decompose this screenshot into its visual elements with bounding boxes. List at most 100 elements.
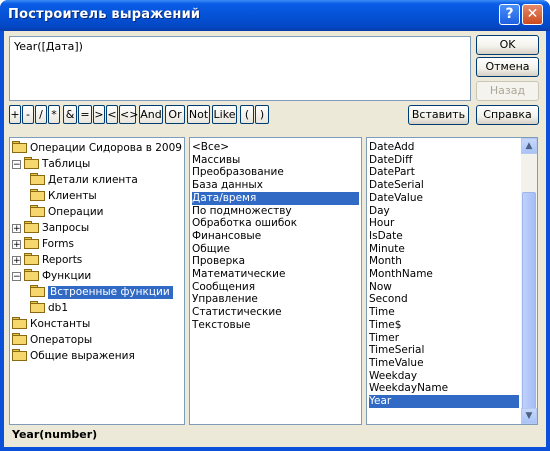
- folder-icon: [12, 317, 27, 329]
- function-list[interactable]: DateAdd DateDiff DatePart DateSerial DateVal…: [366, 137, 538, 425]
- folder-icon: [30, 301, 45, 313]
- tree-item[interactable]: − Таблицы: [12, 157, 90, 170]
- function-item[interactable]: WeekdayName: [369, 382, 519, 395]
- tree-item[interactable]: + Forms: [12, 237, 74, 250]
- tree-item-label: Детали клиента: [48, 174, 138, 186]
- function-item[interactable]: DateDiff: [369, 154, 519, 167]
- operator-button[interactable]: -: [22, 105, 34, 124]
- function-item[interactable]: TimeValue: [369, 357, 519, 370]
- scroll-down-icon[interactable]: ▼: [521, 408, 537, 424]
- tree-item-label: Константы: [30, 318, 91, 330]
- window-title: Построитель выражений: [8, 7, 201, 22]
- function-item[interactable]: Minute: [369, 243, 519, 256]
- cancel-button[interactable]: Отмена: [476, 57, 539, 77]
- function-item[interactable]: IsDate: [369, 230, 519, 243]
- operator-button[interactable]: Like: [212, 105, 237, 124]
- operator-button[interactable]: &: [63, 105, 77, 124]
- operator-button[interactable]: +: [9, 105, 21, 124]
- tree-item-label: Клиенты: [48, 190, 97, 202]
- function-item[interactable]: DateValue: [369, 192, 519, 205]
- category-item[interactable]: Текстовые: [192, 319, 359, 332]
- tree-item-label: Запросы: [42, 222, 90, 234]
- folder-icon: [12, 349, 27, 361]
- expand-icon[interactable]: +: [12, 240, 21, 250]
- tree-item[interactable]: Операции: [30, 205, 103, 218]
- function-item[interactable]: Month: [369, 255, 519, 268]
- folder-icon: [30, 205, 45, 217]
- tree-item[interactable]: Общие выражения: [12, 349, 135, 362]
- category-item[interactable]: Математические: [192, 268, 359, 281]
- tree-item[interactable]: Клиенты: [30, 189, 97, 202]
- operator-button[interactable]: Not: [187, 105, 210, 124]
- operator-button[interactable]: <: [106, 105, 118, 124]
- operator-button[interactable]: /: [35, 105, 47, 124]
- tree-item[interactable]: Операции Сидорова в 2009 го: [12, 141, 184, 154]
- tree-item-label: Reports: [42, 254, 83, 266]
- category-item[interactable]: Общие: [192, 243, 359, 256]
- tree-item[interactable]: Константы: [12, 317, 90, 330]
- dialog-body: Year([Дата]) OK Отмена Назад + - / * & = > < <> A…: [4, 31, 546, 447]
- function-list-scrollbar[interactable]: ▲ ▼: [521, 138, 537, 424]
- collapse-icon[interactable]: −: [12, 272, 21, 282]
- category-item[interactable]: Проверка: [192, 255, 359, 268]
- object-tree[interactable]: Операции Сидорова в 2009 го − Таблицы Детал…: [9, 137, 185, 425]
- help-button[interactable]: Справка: [476, 105, 539, 125]
- category-item[interactable]: Сообщения: [192, 281, 359, 294]
- scroll-thumb[interactable]: [522, 192, 536, 410]
- operator-button[interactable]: (: [240, 105, 254, 124]
- operator-button[interactable]: <>: [119, 105, 138, 124]
- scroll-up-icon[interactable]: ▲: [521, 138, 537, 154]
- tree-item[interactable]: Встроенные функции: [30, 285, 173, 299]
- category-item[interactable]: Управление: [192, 293, 359, 306]
- tree-item[interactable]: + Reports: [12, 253, 82, 266]
- category-item[interactable]: Дата/время: [192, 191, 359, 205]
- expand-icon[interactable]: +: [12, 224, 21, 234]
- expand-icon[interactable]: +: [12, 256, 21, 266]
- function-item[interactable]: DatePart: [369, 166, 519, 179]
- category-item[interactable]: По подмножеству: [192, 205, 359, 218]
- operator-button[interactable]: >: [93, 105, 105, 124]
- function-item[interactable]: Timer: [369, 332, 519, 345]
- category-item[interactable]: Массивы: [192, 154, 359, 167]
- tree-item[interactable]: db1: [30, 301, 68, 314]
- operator-button[interactable]: *: [48, 105, 60, 124]
- tree-item[interactable]: Операторы: [12, 333, 92, 346]
- function-item[interactable]: Day: [369, 205, 519, 218]
- function-item[interactable]: Now: [369, 281, 519, 294]
- operator-button[interactable]: And: [139, 105, 163, 124]
- tree-item[interactable]: + Запросы: [12, 221, 89, 234]
- function-item[interactable]: Time$: [369, 319, 519, 332]
- category-list[interactable]: <Все> Массивы Преобразование База данных Дат…: [189, 137, 362, 425]
- help-title-button[interactable]: ?: [499, 4, 520, 25]
- function-item[interactable]: Hour: [369, 217, 519, 230]
- ok-button[interactable]: OK: [476, 35, 539, 55]
- category-item[interactable]: База данных: [192, 179, 359, 192]
- title-bar[interactable]: Построитель выражений ? ✕: [0, 0, 550, 31]
- function-item[interactable]: MonthName: [369, 268, 519, 281]
- folder-icon: [24, 157, 39, 169]
- category-item[interactable]: Статистические: [192, 306, 359, 319]
- back-button[interactable]: Назад: [476, 81, 539, 101]
- tree-item[interactable]: Детали клиента: [30, 173, 138, 186]
- function-item[interactable]: Weekday: [369, 370, 519, 383]
- insert-button[interactable]: Вставить: [408, 105, 469, 125]
- function-item[interactable]: TimeSerial: [369, 344, 519, 357]
- function-item[interactable]: Second: [369, 293, 519, 306]
- function-item[interactable]: Year: [369, 395, 519, 408]
- expression-input[interactable]: Year([Дата]): [9, 36, 471, 101]
- operator-button[interactable]: ): [255, 105, 269, 124]
- collapse-icon[interactable]: −: [12, 160, 21, 170]
- close-title-button[interactable]: ✕: [522, 4, 543, 25]
- function-item[interactable]: Time: [369, 306, 519, 319]
- function-item[interactable]: DateAdd: [369, 141, 519, 154]
- operator-button[interactable]: Or: [165, 105, 185, 124]
- category-item[interactable]: Обработка ошибок: [192, 217, 359, 230]
- function-item[interactable]: DateSerial: [369, 179, 519, 192]
- category-item[interactable]: Преобразование: [192, 166, 359, 179]
- category-item[interactable]: <Все>: [192, 141, 359, 154]
- tree-item[interactable]: − Функции: [12, 269, 91, 282]
- category-item[interactable]: Финансовые: [192, 230, 359, 243]
- expression-builder-window: Построитель выражений ? ✕ Year([Дата]) O…: [0, 0, 550, 451]
- operator-button[interactable]: =: [78, 105, 92, 124]
- folder-icon: [12, 141, 27, 153]
